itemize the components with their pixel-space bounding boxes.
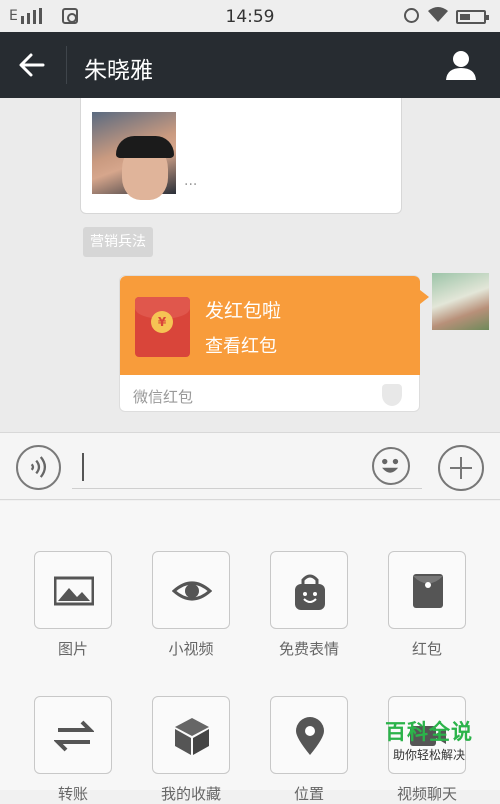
shared-article-card[interactable]: ... <box>80 98 402 214</box>
action-label: 视频聊天 <box>396 785 457 803</box>
eye-icon <box>152 551 230 629</box>
action-free-stickers[interactable]: 免费表情 <box>254 551 364 659</box>
coin-icon: ¥ <box>151 311 173 333</box>
action-image[interactable]: 图片 <box>18 551 128 659</box>
location-pin-icon <box>270 696 348 774</box>
red-packet-message[interactable]: ¥ 发红包啦 查看红包 微信红包 <box>119 275 429 412</box>
back-arrow-icon[interactable] <box>17 51 47 79</box>
contact-profile-icon[interactable] <box>444 48 478 82</box>
status-time: 14:59 <box>225 7 275 27</box>
status-bar: E 14:59 <box>0 0 500 32</box>
emoji-icon[interactable] <box>372 447 410 485</box>
chat-messages[interactable]: ... 营销兵法 ¥ 发红包啦 查看红包 微信红包 <box>0 98 500 432</box>
action-label: 转账 <box>57 785 88 803</box>
wifi-icon <box>428 7 448 22</box>
sticker-bag-icon <box>270 551 348 629</box>
shield-icon <box>382 384 402 406</box>
action-label: 图片 <box>57 640 88 658</box>
watermark-subtitle: 助你轻松解决 <box>392 748 465 762</box>
watermark-logo: 百科全说 助你轻松解决 <box>358 716 500 763</box>
red-packet-title: 发红包啦 <box>205 300 282 322</box>
action-transfer[interactable]: 转账 <box>18 696 128 804</box>
action-red-packet[interactable]: 红包 <box>372 551 482 659</box>
action-label: 免费表情 <box>278 640 339 658</box>
header-divider <box>66 46 67 84</box>
red-packet-icon <box>388 551 466 629</box>
action-label: 我的收藏 <box>160 785 221 803</box>
image-icon <box>34 551 112 629</box>
source-tag[interactable]: 营销兵法 <box>83 227 153 257</box>
voice-input-icon[interactable] <box>16 445 61 490</box>
red-packet-footer: 微信红包 <box>133 388 194 406</box>
chat-title: 朱晓雅 <box>84 58 153 84</box>
cube-icon <box>152 696 230 774</box>
red-packet-body[interactable]: ¥ 发红包啦 查看红包 <box>120 276 429 375</box>
transfer-icon <box>34 696 112 774</box>
article-thumbnail <box>92 112 176 200</box>
article-ellipsis: ... <box>184 173 198 189</box>
action-short-video[interactable]: 小视频 <box>136 551 246 659</box>
action-label: 红包 <box>411 640 442 658</box>
red-envelope-icon: ¥ <box>135 297 190 357</box>
action-favorites[interactable]: 我的收藏 <box>136 696 246 804</box>
more-actions-icon[interactable] <box>438 445 484 491</box>
red-packet-subtitle: 查看红包 <box>205 336 277 357</box>
input-bar <box>0 432 500 500</box>
action-label: 小视频 <box>168 640 214 658</box>
action-location[interactable]: 位置 <box>254 696 364 804</box>
battery-icon <box>456 10 489 24</box>
action-label: 位置 <box>293 785 324 803</box>
message-input[interactable] <box>72 445 422 489</box>
watermark-title: 百科全说 <box>385 720 473 744</box>
chat-header: 朱晓雅 <box>0 32 500 98</box>
alarm-icon <box>404 8 419 23</box>
my-avatar[interactable] <box>432 273 489 330</box>
